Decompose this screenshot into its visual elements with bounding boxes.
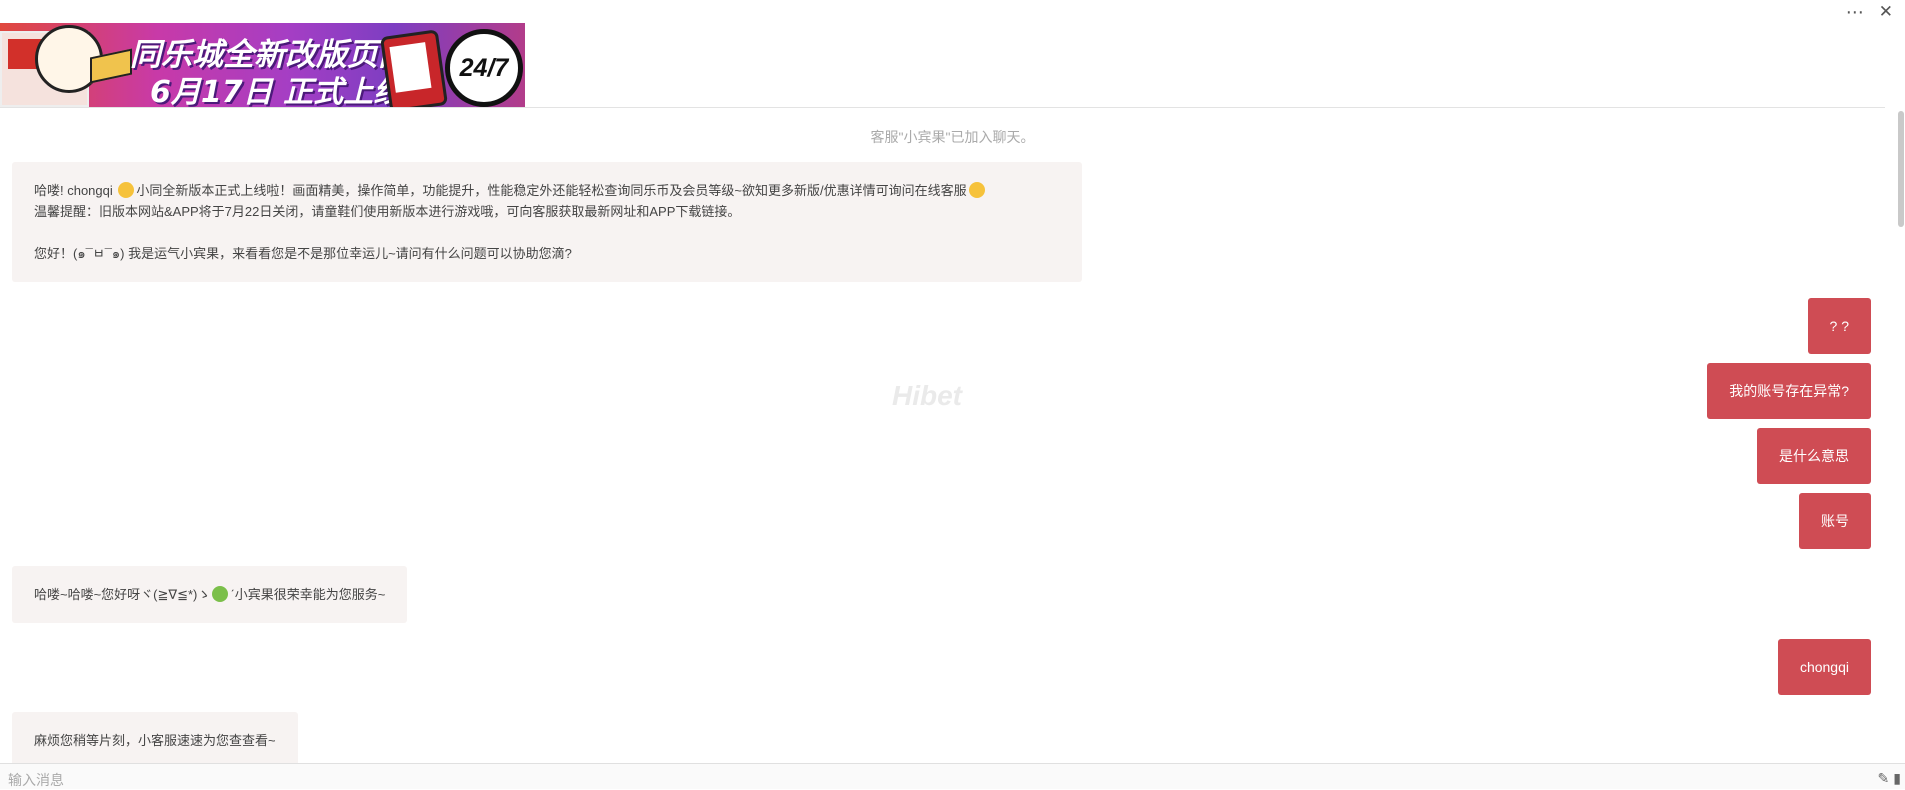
message-input[interactable]: [8, 770, 1848, 790]
input-tools: ✎ ▮: [1878, 770, 1901, 787]
user-message: 我的账号存在异常?: [1707, 363, 1871, 419]
user-message: chongqi: [1777, 639, 1871, 695]
flower-emoji-icon: [212, 586, 229, 602]
system-message: 客服"小宾果"已加入聊天。: [870, 129, 1035, 145]
user-message: 账号: [1799, 493, 1871, 549]
more-options-icon[interactable]: ⋯: [1846, 2, 1865, 22]
window-controls: ⋯ ✕: [1846, 2, 1893, 22]
agent-message-line: 温馨提醒：旧版本网站&APP将于7月22日关闭，请童鞋们使用新版本进行游戏哦，可…: [34, 204, 741, 219]
banner-subline: 6月17日 正式上线: [150, 75, 404, 107]
close-icon[interactable]: ✕: [1879, 2, 1893, 22]
smile-emoji-icon: [968, 182, 985, 198]
scrollbar-thumb[interactable]: [1898, 111, 1904, 227]
phone-icon: [379, 29, 449, 107]
clock-24-7-icon: 24/7: [445, 29, 523, 107]
promo-banner[interactable]: 同乐城全新改版页面 6月17日 正式上线 24/7: [0, 23, 525, 107]
agent-message-line: 哈喽! chongqi 小同全新版本正式上线啦！画面精美，操作简单，功能提升，性…: [34, 180, 1060, 201]
divider: [0, 107, 1885, 108]
message-input-bar: ✎ ▮: [0, 763, 1905, 790]
agent-message-greeting: 哈喽~哈喽~您好呀ヾ(≧∇≦*)ゝ ˊ小宾果很荣幸能为您服务~: [12, 566, 408, 623]
star-eyes-emoji-icon: [118, 182, 135, 198]
agent-message-welcome: 哈喽! chongqi 小同全新版本正式上线啦！画面精美，操作简单，功能提升，性…: [12, 162, 1082, 282]
agent-message-line: 您好！(๑¯ㅂ¯๑) 我是运气小宾果，来看看您是不是那位幸运儿~请问有什么问题可…: [34, 246, 572, 261]
agent-message-wait: 麻烦您稍等片刻，小客服速速为您查查看~: [12, 712, 298, 768]
attachment-icon[interactable]: ▮: [1893, 770, 1901, 787]
watermark: Hibet: [892, 380, 962, 411]
user-message: ? ?: [1807, 298, 1871, 354]
user-message: 是什么意思: [1757, 428, 1871, 484]
edit-icon[interactable]: ✎: [1878, 770, 1890, 787]
